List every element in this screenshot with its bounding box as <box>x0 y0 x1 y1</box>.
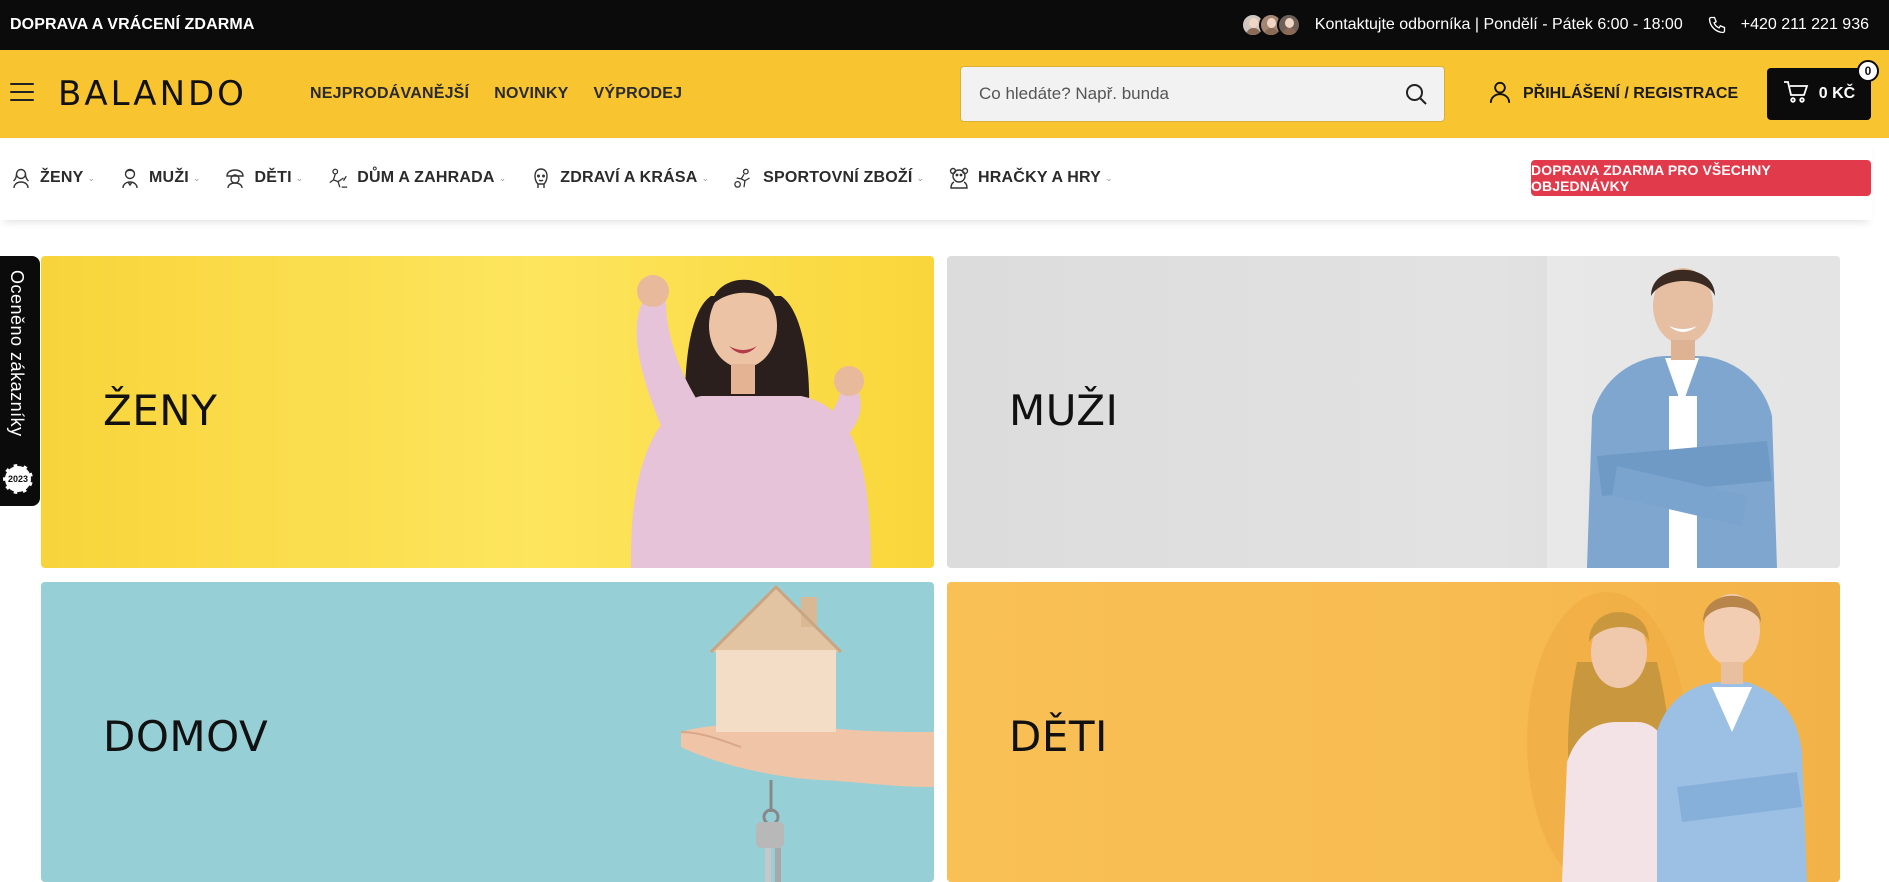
nav-bestsellers[interactable]: NEJPRODÁVANĚJŠÍ <box>310 85 469 103</box>
category-label: SPORTOVNÍ ZBOŽÍ <box>763 169 913 186</box>
beauty-icon <box>530 167 552 189</box>
category-toys[interactable]: HRAČKY A HRY ⌄ <box>948 167 1113 189</box>
tile-label: DOMOV <box>103 712 269 761</box>
search-bar <box>960 66 1445 122</box>
category-label: DŮM A ZAHRADA <box>357 169 495 186</box>
chevron-down-icon: ⌄ <box>916 172 925 183</box>
nav-sale[interactable]: VÝPRODEJ <box>594 85 683 103</box>
award-text: Oceněno zákazníky <box>7 270 27 437</box>
tile-kids[interactable]: DĚTI <box>947 582 1840 882</box>
contact-info: Kontaktujte odborníka | Pondělí - Pátek … <box>1240 0 1869 50</box>
tile-women[interactable]: ŽENY <box>41 256 934 568</box>
toy-icon <box>948 167 970 189</box>
children-photo <box>1527 592 1807 882</box>
user-icon <box>1487 79 1513 110</box>
top-bar: DOPRAVA A VRÁCENÍ ZDARMA Kontaktujte odb… <box>0 0 1889 50</box>
avatar <box>1276 13 1301 37</box>
child-icon <box>224 167 246 189</box>
sport-icon <box>733 167 755 189</box>
house-garden-icon <box>327 167 349 189</box>
free-shipping-text: DOPRAVA A VRÁCENÍ ZDARMA <box>10 16 255 33</box>
cart-button[interactable]: 0 KČ 0 <box>1767 60 1879 120</box>
category-label: ZDRAVÍ A KRÁSA <box>560 169 698 186</box>
phone-link[interactable]: +420 211 221 936 <box>1741 16 1869 34</box>
main-header: BALANDO NEJPRODÁVANĚJŠÍ NOVINKY VÝPRODEJ… <box>0 50 1889 138</box>
woman-photo <box>631 275 871 568</box>
chevron-down-icon: ⌄ <box>87 172 96 183</box>
award-seal-icon: 2023 <box>3 464 33 494</box>
nav-new[interactable]: NOVINKY <box>494 85 568 103</box>
man-photo <box>1547 256 1840 568</box>
category-label: ŽENY <box>40 169 84 186</box>
tile-home[interactable]: DOMOV <box>41 582 934 882</box>
contact-hours-text: Kontaktujte odborníka | Pondělí - Pátek … <box>1314 16 1683 33</box>
chevron-down-icon: ⌄ <box>1105 172 1113 183</box>
category-kids[interactable]: DĚTI ⌄ <box>224 167 303 189</box>
cart-count-badge: 0 <box>1857 60 1879 82</box>
category-label: DĚTI <box>254 169 292 186</box>
category-label: MUŽI <box>149 169 189 186</box>
chevron-down-icon: ⌄ <box>295 172 304 183</box>
chevron-down-icon: ⌄ <box>192 172 201 183</box>
free-shipping-promo-badge[interactable]: DOPRAVA ZDARMA PRO VŠECHNY OBJEDNÁVKY <box>1531 160 1871 196</box>
search-icon[interactable] <box>1388 66 1444 122</box>
phone-icon <box>1707 15 1727 35</box>
cart-total: 0 KČ <box>1818 85 1856 102</box>
house-in-hand-photo <box>680 584 934 882</box>
search-input[interactable] <box>961 67 1388 121</box>
login-label: PŘIHLÁŠENÍ / REGISTRACE <box>1523 85 1739 102</box>
tile-label: MUŽI <box>1009 386 1119 435</box>
category-label: HRAČKY A HRY <box>978 169 1102 186</box>
logo[interactable]: BALANDO <box>58 74 247 114</box>
category-nav: ŽENY ⌄ MUŽI ⌄ DĚTI ⌄ DŮM A ZAHRADA ⌄ ZDR… <box>0 138 1872 220</box>
chevron-down-icon: ⌄ <box>701 172 710 183</box>
category-home-garden[interactable]: DŮM A ZAHRADA ⌄ <box>327 167 506 189</box>
tile-men[interactable]: MUŽI <box>947 256 1840 568</box>
woman-icon <box>10 167 32 189</box>
login-register-link[interactable]: PŘIHLÁŠENÍ / REGISTRACE <box>1487 50 1738 138</box>
category-men[interactable]: MUŽI ⌄ <box>119 167 200 189</box>
main-nav: NEJPRODÁVANĚJŠÍ NOVINKY VÝPRODEJ <box>310 50 682 138</box>
customer-award-badge[interactable]: Oceněno zákazníky 2023 <box>0 256 40 506</box>
menu-icon[interactable] <box>10 83 34 103</box>
category-health-beauty[interactable]: ZDRAVÍ A KRÁSA ⌄ <box>530 167 709 189</box>
man-icon <box>119 167 141 189</box>
tile-label: ŽENY <box>103 386 218 435</box>
category-sport[interactable]: SPORTOVNÍ ZBOŽÍ ⌄ <box>733 167 924 189</box>
category-women[interactable]: ŽENY ⌄ <box>10 167 95 189</box>
expert-avatars <box>1240 13 1301 37</box>
tile-label: DĚTI <box>1009 712 1108 761</box>
cart-icon <box>1783 80 1809 109</box>
chevron-down-icon: ⌄ <box>498 172 507 183</box>
